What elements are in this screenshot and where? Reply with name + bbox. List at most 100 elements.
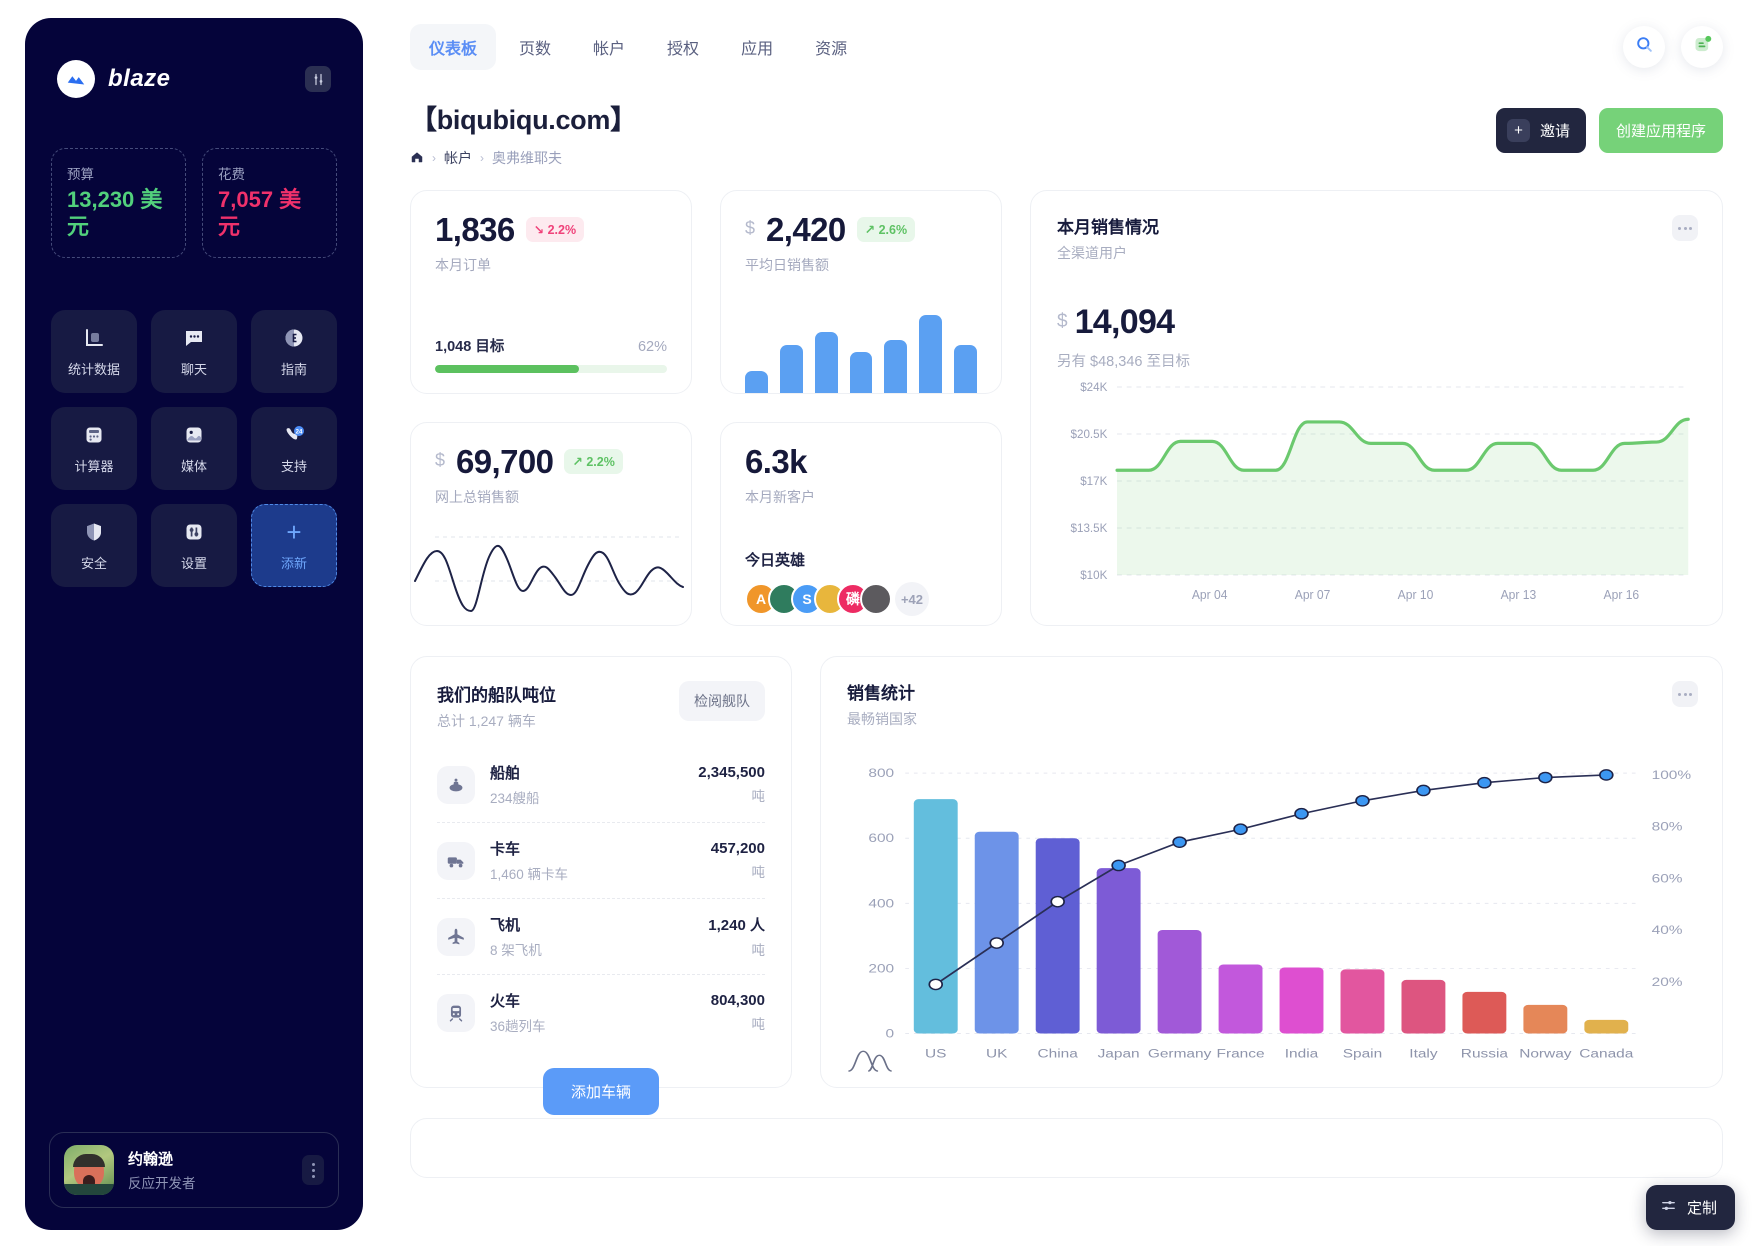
sidebar-tile-security[interactable]: 安全 [51,503,137,587]
svg-text:Apr 04: Apr 04 [1192,588,1228,602]
bar [1584,1019,1629,1034]
data-point [1172,836,1187,849]
fleet-row-value: 457,200 [710,840,765,857]
svg-text:60%: 60% [1652,871,1683,885]
sidebar-settings-button[interactable] [305,66,331,92]
table-row[interactable]: 飞机 8 架飞机 1,240 人 吨 [437,899,765,975]
dashboard-root: blaze 预算 13,230 美元 花费 7,057 美元 统计数据 聊天 指… [0,0,1753,1246]
daily-sales-kpi-card[interactable]: $ 2,420 ↗ 2.6% 平均日销售额 [720,190,1002,394]
orders-goal-label: 1,048 目标 [435,339,505,355]
sidebar-tile-media[interactable]: 媒体 [151,406,237,490]
online-sales-sparkline [414,536,684,612]
online-sales-kpi-card[interactable]: $ 69,700 ↗ 2.2% 网上总销售额 [410,422,692,626]
sidebar-tile-add[interactable]: + 添新 [251,503,337,587]
ellipsis-icon[interactable] [1672,215,1698,241]
daily-sales-change-value: 2.6% [878,223,908,237]
svg-text:China: China [1038,1046,1079,1060]
compass-icon [281,325,307,351]
orders-change-badge: ↘ 2.2% [525,217,585,242]
customize-button[interactable]: 定制 [1645,1185,1735,1230]
budget-value: 13,230 美元 [67,187,163,239]
train-icon [437,993,475,1032]
nav-tabs: 仪表板 页数 帐户 授权 应用 资源 [410,24,866,70]
svg-text:0: 0 [886,1026,895,1040]
svg-text:20%: 20% [1652,974,1683,988]
ellipsis-icon[interactable] [1672,681,1698,707]
orders-value: 1,836 [435,211,515,248]
sidebar-tile-stats[interactable]: 统计数据 [51,309,137,393]
data-point [1538,771,1553,784]
sidebar-tile-chat[interactable]: 聊天 [151,309,237,393]
table-row[interactable]: 卡车 1,460 辆卡车 457,200 吨 [437,823,765,899]
sidebar-tile-support[interactable]: 24 支持 [251,406,337,490]
daily-sales-header: $ 2,420 ↗ 2.6% [745,213,977,246]
daily-sales-minibars [745,315,978,393]
brand-name: blaze [108,65,171,92]
tab-pages[interactable]: 页数 [500,24,570,70]
daily-sales-label: 平均日销售额 [745,257,829,273]
kpi-column-left: 1,836 ↘ 2.2% 本月订单 1,048 目标 62% $ 69,700 … [410,190,692,626]
data-point [1477,776,1492,789]
fleet-row-desc: 36趟列车 [490,1019,546,1034]
kebab-menu-icon[interactable] [302,1155,324,1185]
review-fleet-button[interactable]: 检阅舰队 [679,681,765,721]
svg-text:Apr 10: Apr 10 [1398,588,1434,602]
tab-apps[interactable]: 应用 [722,24,792,70]
new-customers-kpi-card[interactable]: 6.3k 本月新客户 今日英雄 A S 磷 +42 [720,422,1002,626]
sidebar-tile-label: 指南 [280,361,307,377]
truck-icon [437,841,475,880]
fleet-header-text: 我们的船队吨位 总计 1,247 辆车 [437,681,556,731]
svg-text:UK: UK [986,1046,1008,1060]
orders-kpi-card[interactable]: 1,836 ↘ 2.2% 本月订单 1,048 目标 62% [410,190,692,394]
avatar[interactable] [860,583,892,615]
create-app-button[interactable]: 创建应用程序 [1598,108,1723,153]
spend-card[interactable]: 花费 7,057 美元 [202,148,337,258]
main-content: 仪表板 页数 帐户 授权 应用 资源 【biqubiqu.com】 › 帐户 ›… [380,0,1753,1246]
home-icon[interactable] [410,150,424,167]
table-row[interactable]: 火车 36趟列车 804,300 吨 [437,975,765,1050]
page-header-left: 【biqubiqu.com】 › 帐户 › 奥弗维耶夫 [410,98,637,168]
heroes-avatar-group[interactable]: A S 磷 +42 [745,582,977,616]
fleet-row-name: 飞机 [490,917,521,934]
brand[interactable]: blaze [57,60,171,98]
sidebar-tile-label: 安全 [80,555,107,571]
notes-button[interactable] [1681,26,1723,68]
add-vehicle-button[interactable]: 添加车辆 [542,1068,659,1115]
table-row[interactable]: 船舶 234艘船 2,345,500 吨 [437,747,765,823]
data-point [1599,769,1614,781]
monthly-sales-title: 本月销售情况 [1057,218,1159,237]
page-title: 【biqubiqu.com】 [410,105,637,135]
search-button[interactable] [1623,26,1665,68]
online-sales-value: 69,700 [456,443,554,480]
topbar-actions [1623,26,1723,68]
fleet-row-desc: 8 架飞机 [490,943,542,958]
tab-accounts[interactable]: 帐户 [574,24,644,70]
avatar [64,1145,114,1195]
bar [1218,964,1263,1034]
tab-resources[interactable]: 资源 [796,24,866,70]
page-header: 【biqubiqu.com】 › 帐户 › 奥弗维耶夫 + 邀请 创建应用程序 [410,98,1723,168]
sidebar-profile[interactable]: 约翰逊 反应开发者 [49,1132,339,1208]
breadcrumb: › 帐户 › 奥弗维耶夫 [410,148,637,168]
sidebar-tile-settings[interactable]: 设置 [151,503,237,587]
profile-role: 反应开发者 [128,1176,196,1191]
data-point [1233,823,1248,836]
fleet-row-name: 卡车 [490,841,521,858]
bar [1401,979,1446,1034]
orders-change-value: 2.2% [547,223,577,237]
breadcrumb-item-account[interactable]: 帐户 [444,148,472,168]
sidebar-tile-calculator[interactable]: 计算器 [51,406,137,490]
avatar-overflow-count[interactable]: +42 [895,582,929,616]
invite-button[interactable]: + 邀请 [1495,108,1586,153]
breadcrumb-item-current: 奥弗维耶夫 [492,150,562,166]
tune-icon [1660,1197,1677,1218]
tab-dashboard[interactable]: 仪表板 [410,24,497,70]
fleet-row-value: 2,345,500 [698,764,765,781]
svg-text:Norway: Norway [1519,1046,1571,1060]
data-point [1050,895,1065,908]
budget-card[interactable]: 预算 13,230 美元 [51,148,186,258]
sidebar-tile-guide[interactable]: 指南 [251,309,337,393]
data-point [1355,794,1370,807]
sales-stats-subtitle: 最畅销国家 [847,711,917,727]
tab-authorization[interactable]: 授权 [648,24,718,70]
